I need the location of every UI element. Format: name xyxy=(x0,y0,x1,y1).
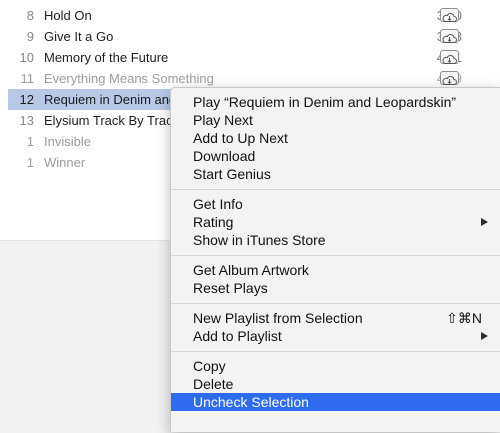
menu-item-add-up-next[interactable]: Add to Up Next xyxy=(171,129,500,147)
menu-item-label: Add to Playlist xyxy=(193,328,282,344)
track-title: Invisible xyxy=(44,134,91,149)
submenu-arrow-icon xyxy=(481,218,488,226)
track-number: 12 xyxy=(19,92,34,107)
track-number: 11 xyxy=(20,71,35,86)
menu-item-reset-plays[interactable]: Reset Plays xyxy=(171,279,500,297)
menu-item-delete[interactable]: Delete xyxy=(171,375,500,393)
track-title: Everything Means Something xyxy=(44,71,214,86)
context-menu: Play “Requiem in Denim and Leopardskin” … xyxy=(170,87,500,432)
menu-item-copy[interactable]: Copy xyxy=(171,357,500,375)
menu-item-add-to-playlist[interactable]: Add to Playlist xyxy=(171,327,500,345)
menu-item-label: New Playlist from Selection xyxy=(193,310,363,326)
menu-separator xyxy=(171,303,500,304)
track-title: Give It a Go xyxy=(44,29,114,44)
menu-item-download[interactable]: Download xyxy=(171,147,500,165)
track-number: 1 xyxy=(26,155,34,170)
menu-item-play[interactable]: Play “Requiem in Denim and Leopardskin” xyxy=(171,93,500,111)
track-title: Memory of the Future xyxy=(44,50,169,65)
download-cloud-icon[interactable] xyxy=(440,50,459,64)
menu-item-new-playlist[interactable]: New Playlist from Selection ⇧⌘N xyxy=(171,309,500,327)
menu-item-play-next[interactable]: Play Next xyxy=(171,111,500,129)
track-row[interactable]: 9 Give It a Go 3:53 xyxy=(0,26,500,47)
menu-item-start-genius[interactable]: Start Genius xyxy=(171,165,500,183)
track-number: 9 xyxy=(26,29,34,44)
track-number: 10 xyxy=(19,50,34,65)
track-row[interactable]: 10 Memory of the Future 4:31 xyxy=(0,47,500,68)
menu-item-rating[interactable]: Rating xyxy=(171,213,500,231)
submenu-arrow-icon xyxy=(481,332,488,340)
menu-item-get-artwork[interactable]: Get Album Artwork xyxy=(171,261,500,279)
keyboard-shortcut: ⇧⌘N xyxy=(446,310,482,326)
track-row[interactable]: 11 Everything Means Something 4:49 xyxy=(0,68,500,89)
menu-item-show-store[interactable]: Show in iTunes Store xyxy=(171,231,500,249)
track-number: 1 xyxy=(26,134,34,149)
download-cloud-icon[interactable] xyxy=(440,29,459,43)
track-title: Elysium Track By Track xyxy=(44,113,180,128)
menu-separator xyxy=(171,255,500,256)
track-number: 8 xyxy=(26,8,34,23)
download-cloud-icon[interactable] xyxy=(440,8,459,22)
track-title: Hold On xyxy=(44,8,92,23)
download-cloud-icon[interactable] xyxy=(440,71,459,85)
track-row[interactable]: 8 Hold On 3:20 xyxy=(0,5,500,26)
track-number: 13 xyxy=(19,113,34,128)
menu-separator xyxy=(171,351,500,352)
menu-separator xyxy=(171,189,500,190)
menu-item-uncheck-selection[interactable]: Uncheck Selection xyxy=(171,393,500,411)
menu-item-get-info[interactable]: Get Info xyxy=(171,195,500,213)
track-title: Winner xyxy=(44,155,86,170)
menu-item-label: Rating xyxy=(193,214,234,230)
